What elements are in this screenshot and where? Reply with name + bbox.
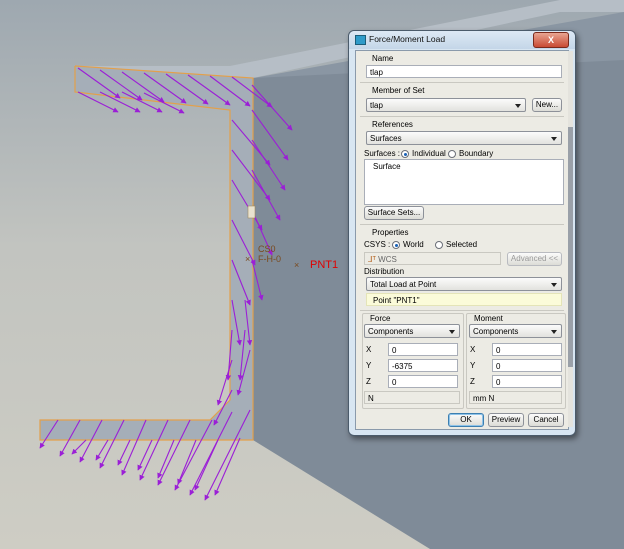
divider: [360, 224, 564, 225]
boundary-radio[interactable]: [448, 150, 456, 158]
app-icon: [355, 35, 366, 45]
distribution-value: Total Load at Point: [370, 280, 437, 289]
cs-marker: [247, 205, 256, 219]
moment-y-label: Y: [470, 361, 476, 370]
moment-x-input[interactable]: 0: [492, 343, 562, 356]
surface-sets-button[interactable]: Surface Sets...: [364, 206, 424, 220]
moment-mode-dropdown[interactable]: Components: [469, 324, 562, 338]
member-of-set-label: Member of Set: [372, 86, 425, 95]
advanced-button[interactable]: Advanced <<: [507, 252, 562, 266]
csys-value: WCS: [378, 255, 397, 264]
force-x-label: X: [366, 345, 372, 354]
chevron-down-icon: [449, 330, 455, 334]
divider: [360, 116, 564, 117]
chevron-down-icon: [551, 137, 557, 141]
csys-icon: ⅃ᵀ: [368, 255, 376, 264]
moment-x-label: X: [470, 345, 476, 354]
selected-radio[interactable]: [435, 241, 443, 249]
member-of-set-dropdown[interactable]: tlap: [366, 98, 526, 112]
force-label: Force: [370, 314, 391, 323]
world-label: World: [403, 240, 424, 249]
force-unit: N: [364, 391, 460, 404]
force-moment-dialog: Force/Moment Load X Name tlap Member of …: [348, 30, 576, 436]
dialog-title: Force/Moment Load: [369, 34, 446, 44]
dialog-client: Name tlap Member of Set tlap New... Refe…: [355, 50, 569, 430]
chevron-down-icon: [551, 330, 557, 334]
references-type-value: Surfaces: [370, 134, 402, 143]
properties-label: Properties: [372, 228, 409, 237]
divider: [360, 82, 564, 83]
cs-cross-icon: ×: [245, 254, 250, 264]
moment-z-input[interactable]: 0: [492, 375, 562, 388]
name-label: Name: [372, 54, 394, 63]
boundary-label: Boundary: [459, 149, 494, 158]
point-reference-field[interactable]: Point "PNT1": [366, 293, 562, 306]
list-item[interactable]: Surface: [373, 162, 401, 171]
moment-y-input[interactable]: 0: [492, 359, 562, 372]
csys-field[interactable]: ⅃ᵀ WCS: [364, 252, 501, 265]
moment-z-label: Z: [470, 377, 475, 386]
close-button[interactable]: X: [533, 32, 569, 48]
csys-label: CSYS :: [364, 240, 391, 249]
force-y-input[interactable]: -6375: [388, 359, 458, 372]
force-mode-dropdown[interactable]: Components: [364, 324, 460, 338]
member-of-set-value: tlap: [370, 101, 383, 110]
force-y-label: Y: [366, 361, 372, 370]
references-label: References: [372, 120, 413, 129]
force-z-input[interactable]: 0: [388, 375, 458, 388]
distribution-dropdown[interactable]: Total Load at Point: [366, 277, 562, 291]
moment-mode-value: Components: [473, 327, 519, 336]
divider: [360, 310, 564, 311]
cs-label-secondary: F-H-0: [258, 254, 281, 264]
surfaces-label: Surfaces :: [364, 149, 401, 158]
force-mode-value: Components: [368, 327, 414, 336]
cancel-button[interactable]: Cancel: [528, 413, 564, 427]
individual-radio[interactable]: [401, 150, 409, 158]
selected-label: Selected: [446, 240, 478, 249]
force-z-label: Z: [366, 377, 371, 386]
distribution-label: Distribution: [364, 267, 405, 276]
point-label[interactable]: PNT1: [310, 259, 338, 271]
point-cross-icon: ×: [294, 260, 299, 270]
chevron-down-icon: [515, 104, 521, 108]
scrollbar-thumb[interactable]: [568, 127, 573, 367]
moment-label: Moment: [474, 314, 503, 323]
name-input[interactable]: tlap: [366, 65, 562, 78]
new-set-button[interactable]: New...: [532, 98, 562, 112]
cs-label: CS0: [258, 244, 276, 254]
force-x-input[interactable]: 0: [388, 343, 458, 356]
ok-button[interactable]: OK: [448, 413, 484, 427]
dialog-scrollbar[interactable]: [568, 51, 573, 427]
chevron-down-icon: [551, 283, 557, 287]
dialog-titlebar[interactable]: Force/Moment Load X: [349, 31, 575, 49]
references-type-dropdown[interactable]: Surfaces: [366, 131, 562, 145]
moment-unit: mm N: [469, 391, 562, 404]
surfaces-list[interactable]: Surface: [364, 159, 564, 205]
individual-label: Individual: [412, 149, 446, 158]
world-radio[interactable]: [392, 241, 400, 249]
preview-button[interactable]: Preview: [488, 413, 524, 427]
